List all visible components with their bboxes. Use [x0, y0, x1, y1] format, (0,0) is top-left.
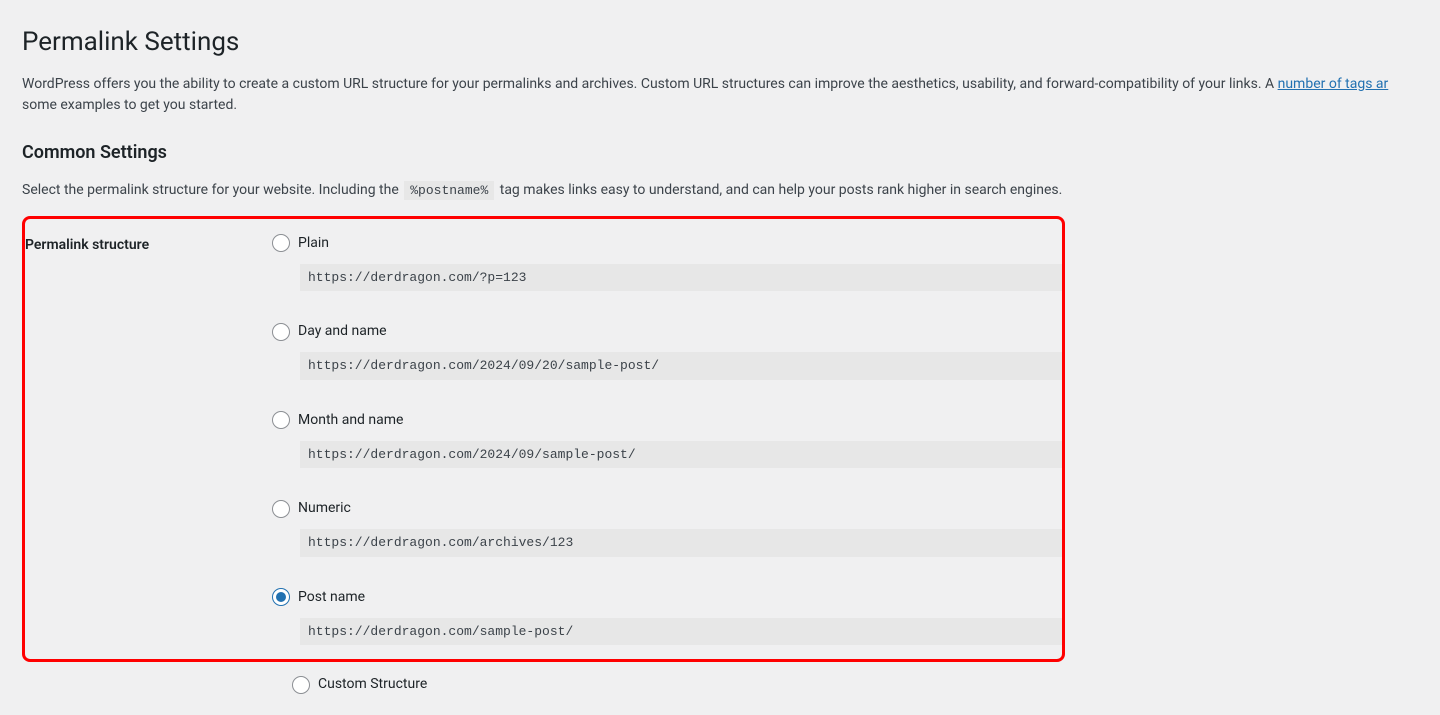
radio-custom-text: Custom Structure: [318, 674, 427, 695]
radio-numeric[interactable]: [272, 500, 290, 518]
example-plain: https://derdragon.com/?p=123: [300, 264, 1062, 292]
option-day-name: Day and name https://derdragon.com/2024/…: [272, 321, 1062, 380]
option-numeric-label[interactable]: Numeric: [272, 498, 1062, 519]
radio-plain[interactable]: [272, 234, 290, 252]
example-day-name: https://derdragon.com/2024/09/20/sample-…: [300, 352, 1062, 380]
radio-numeric-text: Numeric: [298, 498, 351, 519]
radio-custom[interactable]: [292, 676, 310, 694]
example-month-name: https://derdragon.com/2024/09/sample-pos…: [300, 441, 1062, 469]
radio-day-name-text: Day and name: [298, 321, 387, 342]
option-post-name: Post name https://derdragon.com/sample-p…: [272, 587, 1062, 646]
common-intro-after: tag makes links easy to understand, and …: [500, 182, 1063, 198]
option-custom: Custom Structure: [22, 674, 1420, 695]
option-numeric: Numeric https://derdragon.com/archives/1…: [272, 498, 1062, 557]
highlight-box: Permalink structure Plain https://derdra…: [22, 216, 1065, 663]
permalink-structure-label: Permalink structure: [25, 233, 272, 646]
option-month-name-label[interactable]: Month and name: [272, 410, 1062, 431]
intro-text-before: WordPress offers you the ability to crea…: [22, 76, 1278, 92]
intro-paragraph: WordPress offers you the ability to crea…: [22, 74, 1420, 117]
option-plain: Plain https://derdragon.com/?p=123: [272, 233, 1062, 292]
radio-month-name[interactable]: [272, 411, 290, 429]
radio-post-name[interactable]: [272, 588, 290, 606]
common-intro-before: Select the permalink structure for your …: [22, 182, 402, 198]
page-title: Permalink Settings: [22, 26, 1420, 60]
radio-month-name-text: Month and name: [298, 410, 403, 431]
example-numeric: https://derdragon.com/archives/123: [300, 529, 1062, 557]
tags-link[interactable]: number of tags ar: [1278, 76, 1389, 92]
option-day-name-label[interactable]: Day and name: [272, 321, 1062, 342]
option-month-name: Month and name https://derdragon.com/202…: [272, 410, 1062, 469]
option-custom-label[interactable]: Custom Structure: [292, 674, 1420, 695]
example-post-name: https://derdragon.com/sample-post/: [300, 618, 1062, 646]
intro-text-after: some examples to get you started.: [22, 97, 237, 113]
radio-day-name[interactable]: [272, 323, 290, 341]
radio-plain-text: Plain: [298, 233, 329, 254]
common-settings-intro: Select the permalink structure for your …: [22, 180, 1420, 202]
radio-post-name-text: Post name: [298, 587, 365, 608]
option-post-name-label[interactable]: Post name: [272, 587, 1062, 608]
postname-tag-code: %postname%: [404, 181, 494, 200]
option-plain-label[interactable]: Plain: [272, 233, 1062, 254]
common-settings-heading: Common Settings: [22, 139, 1420, 166]
